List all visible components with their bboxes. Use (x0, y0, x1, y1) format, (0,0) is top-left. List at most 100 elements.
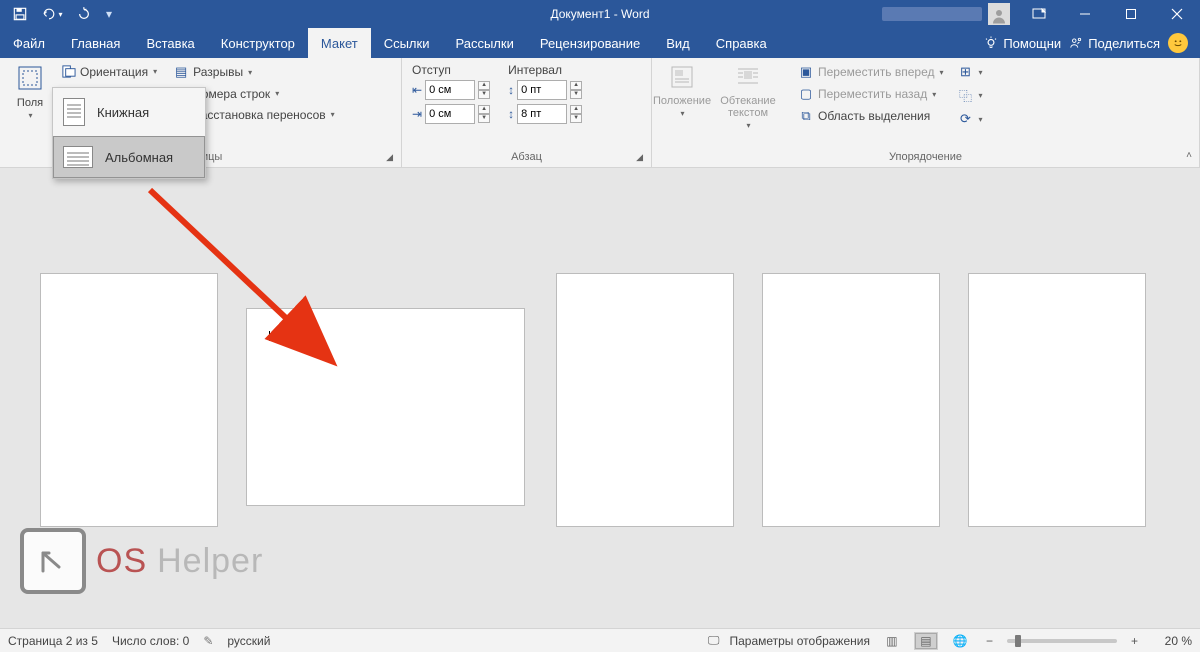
tab-view[interactable]: Вид (653, 28, 703, 58)
user-name-placeholder (882, 7, 982, 21)
view-web-layout[interactable]: 🌐 (948, 632, 972, 650)
wrap-text-button[interactable]: Обтекание текстом▾ (712, 61, 784, 130)
status-language[interactable]: русский (227, 634, 270, 648)
view-read-mode[interactable]: ▥ (880, 632, 904, 650)
zoom-level[interactable]: 20 % (1152, 634, 1192, 648)
align-icon: ⊞ (958, 64, 974, 80)
orientation-landscape[interactable]: Альбомная (53, 136, 205, 178)
tab-mailings[interactable]: Рассылки (442, 28, 526, 58)
quick-access-toolbar: ▾ ▾ (0, 2, 116, 26)
indent-left-field[interactable]: ⇤ ▲▼ (412, 80, 490, 100)
tab-review[interactable]: Рецензирование (527, 28, 653, 58)
group-button[interactable]: ⿻▾ (956, 85, 985, 106)
group-page-setup: Поля ▾ Ориентация▾ Книжная (0, 58, 402, 167)
status-words[interactable]: Число слов: 0 (112, 634, 189, 648)
orientation-portrait[interactable]: Книжная (53, 88, 205, 136)
spacing-title: Интервал (508, 63, 582, 77)
selection-pane-icon: ⧉ (798, 108, 814, 124)
zoom-out[interactable]: − (982, 634, 997, 648)
breaks-button[interactable]: ▤ Разрывы▾ (171, 63, 337, 81)
orientation-icon (60, 64, 76, 79)
tab-layout[interactable]: Макет (308, 28, 371, 58)
close-button[interactable] (1154, 0, 1200, 28)
indent-right-down[interactable]: ▼ (478, 114, 490, 123)
ribbon-tabs: Файл Главная Вставка Конструктор Макет С… (0, 28, 1200, 58)
tab-file[interactable]: Файл (0, 28, 58, 58)
qat-customize[interactable]: ▾ (102, 2, 116, 26)
paragraph-label: Абзац (511, 151, 542, 163)
minimize-button[interactable] (1062, 0, 1108, 28)
indent-left-down[interactable]: ▼ (478, 90, 490, 99)
align-button[interactable]: ⊞▾ (956, 63, 985, 81)
tab-help[interactable]: Справка (703, 28, 780, 58)
orientation-button[interactable]: Ориентация▾ (58, 63, 159, 80)
indent-left-up[interactable]: ▲ (478, 81, 490, 90)
spacing-after-icon: ↕ (508, 107, 514, 121)
spacing-before-field[interactable]: ↕ ▲▼ (508, 80, 582, 100)
spacing-before-down[interactable]: ▼ (570, 90, 582, 99)
maximize-button[interactable] (1108, 0, 1154, 28)
position-button[interactable]: Положение▾ (658, 61, 706, 130)
page-5[interactable] (968, 273, 1146, 527)
collapse-ribbon[interactable]: ˄ (1186, 150, 1192, 161)
tab-design[interactable]: Конструктор (208, 28, 308, 58)
position-icon (670, 65, 694, 93)
group-icon: ⿻ (958, 86, 974, 105)
save-button[interactable] (6, 2, 34, 26)
share-button[interactable]: Поделиться (1069, 36, 1160, 51)
undo-button[interactable]: ▾ (38, 2, 66, 26)
page-1[interactable] (40, 273, 218, 527)
tab-insert[interactable]: Вставка (133, 28, 207, 58)
spacing-before-input[interactable] (517, 80, 567, 100)
spacing-before-icon: ↕ (508, 83, 514, 97)
document-area[interactable]: OS Helper (0, 168, 1200, 628)
indent-right-input[interactable] (425, 104, 475, 124)
group-paragraph: Отступ ⇤ ▲▼ ⇥ ▲▼ Интервал ↕ ▲▼ (402, 58, 652, 167)
status-proofing-icon[interactable]: ✎ (203, 634, 213, 648)
watermark-os: OS (96, 542, 147, 581)
redo-button[interactable] (70, 2, 98, 26)
group-arrange: Положение▾ Обтекание текстом▾ ▣ Перемест… (652, 58, 1200, 167)
indent-right-up[interactable]: ▲ (478, 105, 490, 114)
indent-title: Отступ (412, 63, 490, 77)
tell-me[interactable]: Помощни (984, 36, 1061, 51)
indent-left-input[interactable] (425, 80, 475, 100)
page-4[interactable] (762, 273, 940, 527)
view-print-layout[interactable]: ▤ (914, 632, 938, 650)
arrange-label: Упорядочение (658, 151, 1193, 165)
text-cursor (269, 331, 270, 341)
page-2[interactable] (246, 308, 525, 506)
tab-references[interactable]: Ссылки (371, 28, 443, 58)
tab-home[interactable]: Главная (58, 28, 133, 58)
spacing-before-up[interactable]: ▲ (570, 81, 582, 90)
page-setup-launcher[interactable]: ◢ (386, 152, 393, 163)
paragraph-launcher[interactable]: ◢ (636, 152, 643, 163)
portrait-icon (63, 98, 85, 126)
page-3[interactable] (556, 273, 734, 527)
breaks-icon: ▤ (173, 64, 189, 80)
margins-button[interactable]: Поля ▾ (6, 61, 54, 123)
display-settings[interactable]: Параметры отображения (729, 634, 870, 648)
send-backward-icon: ▢ (798, 86, 814, 102)
zoom-slider[interactable] (1007, 639, 1117, 643)
indent-right-field[interactable]: ⇥ ▲▼ (412, 104, 490, 124)
rotate-icon: ⟳ (958, 111, 974, 127)
spacing-after-field[interactable]: ↕ ▲▼ (508, 104, 582, 124)
selection-pane-button[interactable]: ⧉ Область выделения (796, 107, 946, 125)
display-settings-icon[interactable]: 🖵 (708, 633, 720, 648)
rotate-button[interactable]: ⟳▾ (956, 110, 985, 128)
zoom-in[interactable]: + (1127, 634, 1142, 648)
send-backward-button[interactable]: ▢ Переместить назад▾ (796, 85, 946, 103)
ribbon-display-options[interactable] (1016, 0, 1062, 28)
landscape-icon (63, 146, 93, 168)
bring-forward-button[interactable]: ▣ Переместить вперед▾ (796, 63, 946, 81)
spacing-after-down[interactable]: ▼ (570, 114, 582, 123)
feedback-icon[interactable] (1168, 33, 1188, 53)
orientation-label: Ориентация (80, 65, 148, 79)
spacing-after-input[interactable] (517, 104, 567, 124)
margins-icon (17, 65, 43, 95)
user-avatar[interactable] (988, 3, 1010, 25)
spacing-after-up[interactable]: ▲ (570, 105, 582, 114)
status-page[interactable]: Страница 2 из 5 (8, 634, 98, 648)
bring-forward-icon: ▣ (798, 64, 814, 80)
